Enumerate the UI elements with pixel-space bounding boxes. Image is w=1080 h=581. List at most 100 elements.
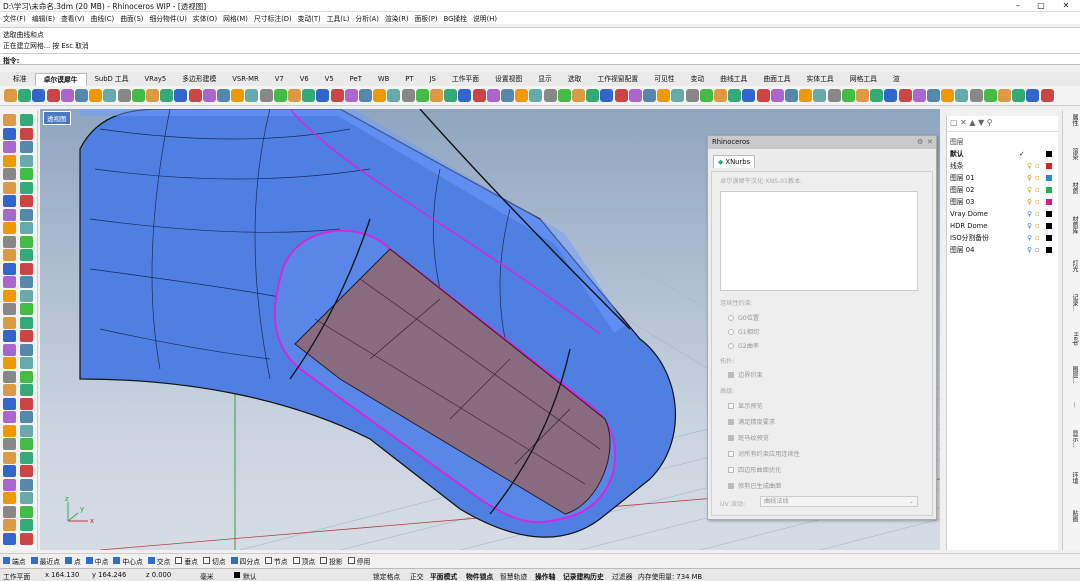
toolbar-tool-icon[interactable] <box>231 89 245 102</box>
tab-pet[interactable]: PeT <box>342 73 370 86</box>
checkbox[interactable] <box>728 450 734 457</box>
left-tool-icon[interactable] <box>20 478 33 491</box>
toolbar-tool-icon[interactable] <box>912 89 926 102</box>
menu-panels[interactable]: 面板(P) <box>415 13 438 23</box>
left-tool-icon[interactable] <box>20 397 33 410</box>
toolbar-tool-icon[interactable] <box>756 89 770 102</box>
left-tool-icon[interactable] <box>20 519 33 531</box>
left-tool-icon[interactable] <box>3 492 16 504</box>
osnap-point[interactable]: 点 <box>64 556 81 566</box>
tab-transform[interactable]: 变动 <box>683 73 713 86</box>
toolbar-tool-icon[interactable] <box>941 89 955 102</box>
xnurbs-panel[interactable]: Rhinoceros ⚙ ✕ ◆ XNurbs 卓尔谟犀牛汉化·XNS.01教本… <box>707 135 937 520</box>
layer-row[interactable]: HDR Dome ♀ ▫ <box>947 221 1057 232</box>
tab-environment[interactable]: 环境 <box>1065 472 1079 484</box>
menu-file[interactable]: 文件(F) <box>3 13 26 23</box>
left-tool-icon[interactable] <box>3 222 16 234</box>
left-tool-icon[interactable] <box>3 370 16 383</box>
uv-flow-select[interactable]: 曲线法线 ⌄ <box>760 496 918 507</box>
menu-transform[interactable]: 变动(T) <box>298 13 321 23</box>
menu-view[interactable]: 查看(V) <box>61 13 85 23</box>
layer-row[interactable]: 图层 04 ♀ ▫ <box>947 245 1057 256</box>
osnap-mid[interactable]: 中点 <box>85 556 108 566</box>
checkbox[interactable] <box>202 557 210 564</box>
toolbar-tool-icon[interactable] <box>160 89 174 102</box>
osnap-perp[interactable]: 垂点 <box>175 556 198 566</box>
checkbox-row[interactable]: 显示预览 <box>728 401 763 410</box>
status-osnap[interactable]: 物件锁点 <box>466 571 493 581</box>
left-tool-icon[interactable] <box>20 208 33 221</box>
checkbox-row[interactable]: 斑马纹预览 <box>728 433 769 442</box>
left-tool-icon[interactable] <box>3 397 16 410</box>
toolbar-tool-icon[interactable] <box>117 89 131 102</box>
checkbox[interactable] <box>728 371 734 378</box>
tab-render[interactable]: 渲 <box>885 73 908 86</box>
toolbar-tool-icon[interactable] <box>572 89 585 102</box>
viewport-title[interactable]: 透视图 <box>43 111 71 125</box>
status-history[interactable]: 记录建构历史 <box>563 571 604 581</box>
toolbar-tool-icon[interactable] <box>32 89 46 102</box>
maximize-button[interactable]: □ <box>1030 0 1052 12</box>
left-tool-icon[interactable] <box>20 141 33 153</box>
tab-vray5[interactable]: VRay5 <box>137 73 175 86</box>
tab-curve-tools[interactable]: 曲线工具 <box>712 73 755 86</box>
tab-help[interactable]: Help <box>1065 332 1079 346</box>
radio-button[interactable] <box>728 342 734 349</box>
status-layer[interactable]: 默认 <box>243 571 257 581</box>
tab-mesh-tools[interactable]: 网格工具 <box>842 73 885 86</box>
lightbulb-icon[interactable]: ♀ <box>1027 245 1032 256</box>
osnap-vertex[interactable]: 顶点 <box>292 556 315 566</box>
toolbar-tool-icon[interactable] <box>46 89 60 102</box>
checkbox[interactable] <box>3 557 10 564</box>
tab-lights[interactable]: 灯光 <box>1065 260 1079 272</box>
checkbox-row[interactable]: 四边形曲面优化 <box>728 465 781 474</box>
tab-setview[interactable]: 设置视图 <box>487 73 530 86</box>
left-tool-icon[interactable] <box>20 532 33 545</box>
tab-select[interactable]: 选取 <box>560 73 590 86</box>
lightbulb-icon[interactable]: ♀ <box>1027 221 1032 232</box>
toolbar-tool-icon[interactable] <box>103 89 117 102</box>
tab-zhuoer[interactable]: 卓尔谟犀牛 <box>34 73 87 86</box>
close-button[interactable]: ✕ <box>1055 0 1077 12</box>
checkbox[interactable] <box>264 557 272 564</box>
left-tool-icon[interactable] <box>3 154 16 167</box>
lock-icon[interactable]: ▫ <box>1035 245 1040 256</box>
left-tool-icon[interactable] <box>3 505 16 518</box>
toolbar-tool-icon[interactable] <box>841 89 855 102</box>
layer-color-swatch[interactable] <box>1046 175 1052 181</box>
left-tool-icon[interactable] <box>20 168 33 180</box>
left-tool-icon[interactable] <box>20 222 33 234</box>
toolbar-tool-icon[interactable] <box>288 89 301 102</box>
left-tool-icon[interactable] <box>3 478 16 491</box>
left-tool-icon[interactable] <box>3 438 16 450</box>
checkbox[interactable] <box>728 418 734 425</box>
left-tool-icon[interactable] <box>20 505 33 518</box>
tab-standard[interactable]: 标准 <box>5 73 35 86</box>
layer-row[interactable]: 默认 ✓ <box>947 149 1057 160</box>
layer-color-swatch[interactable] <box>1046 211 1052 217</box>
toolbar-tool-icon[interactable] <box>685 89 699 102</box>
layer-color-swatch[interactable] <box>1046 247 1052 253</box>
layer-color-swatch[interactable] <box>1046 187 1052 193</box>
toolbar-tool-icon[interactable] <box>515 89 529 102</box>
layer-color-swatch[interactable] <box>1046 163 1052 169</box>
left-tool-icon[interactable] <box>20 289 33 302</box>
layer-row[interactable]: ISO分割备份 ♀ ▫ <box>947 233 1057 244</box>
menu-subd[interactable]: 细分物件(U) <box>149 13 186 23</box>
toolbar-tool-icon[interactable] <box>174 89 188 102</box>
left-tool-icon[interactable] <box>20 424 33 437</box>
move-up-icon[interactable]: ▲ <box>969 118 975 127</box>
filter-icon[interactable]: ⚲ <box>987 118 993 127</box>
left-tool-icon[interactable] <box>20 303 33 315</box>
tab-polygon[interactable]: 多边形建模 <box>174 73 224 86</box>
tab-surface-tools[interactable]: 曲面工具 <box>755 73 798 86</box>
checkbox[interactable] <box>292 557 300 564</box>
left-tool-icon[interactable] <box>3 262 16 275</box>
toolbar-tool-icon[interactable] <box>1040 89 1054 102</box>
left-tool-icon[interactable] <box>3 235 16 248</box>
toolbar-tool-icon[interactable] <box>387 89 401 102</box>
tab-cplane[interactable]: 工作平面 <box>444 73 487 86</box>
left-tool-icon[interactable] <box>3 141 16 153</box>
tab-v5[interactable]: V5 <box>317 73 342 86</box>
osnap-project[interactable]: 投影 <box>320 556 343 566</box>
